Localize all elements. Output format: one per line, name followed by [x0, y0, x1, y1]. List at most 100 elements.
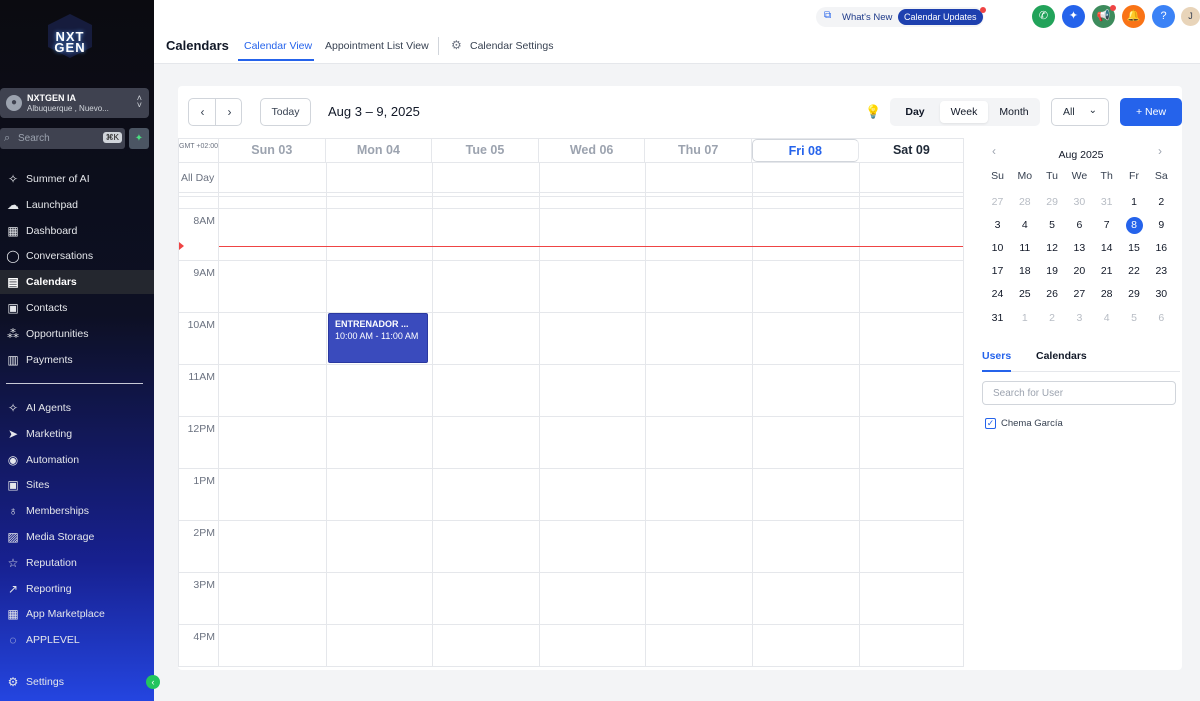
tab-calendar-settings[interactable]: Calendar Settings [470, 40, 553, 52]
tab-calendar-view[interactable]: Calendar View [244, 40, 312, 52]
mini-calendar-day[interactable]: 30 [1066, 193, 1093, 212]
mini-calendar-day[interactable]: 26 [1039, 285, 1066, 304]
mini-calendar-day[interactable]: 24 [984, 285, 1011, 304]
mini-calendar-day[interactable]: 1 [1011, 309, 1038, 328]
mini-calendar-day[interactable]: 30 [1148, 285, 1175, 304]
mini-calendar-day[interactable]: 11 [1011, 239, 1038, 258]
sidebar-search[interactable]: ⌕ Search ⌘K [0, 128, 125, 149]
chevron-right-icon[interactable]: › [216, 105, 243, 119]
mini-calendar-day[interactable]: 16 [1148, 239, 1175, 258]
sidebar-item-payments[interactable]: ▥ Payments [0, 348, 154, 372]
mini-calendar-day[interactable]: 2 [1039, 309, 1066, 328]
mini-calendar-day[interactable]: 28 [1093, 285, 1120, 304]
collapse-sidebar-button[interactable]: ‹ [146, 675, 160, 689]
brand-logo[interactable]: NXT GEN [42, 14, 98, 58]
new-button[interactable]: + New [1120, 98, 1182, 126]
tab-users[interactable]: Users [982, 350, 1011, 362]
day-header[interactable]: Tue 05 [432, 139, 539, 162]
sidebar-item-media-storage[interactable]: ▨ Media Storage [0, 525, 154, 549]
mini-calendar-day[interactable]: 10 [984, 239, 1011, 258]
day-header[interactable]: Sat 09 [859, 139, 963, 162]
mini-calendar-day[interactable]: 17 [984, 262, 1011, 281]
mini-calendar-day[interactable]: 6 [1066, 216, 1093, 235]
user-list-item[interactable]: ✓ Chema García [985, 418, 1063, 429]
lightbulb-icon[interactable]: 💡 [865, 104, 881, 120]
ai-sparkle-icon[interactable]: ✦ [1062, 5, 1085, 28]
sidebar-item-applevel[interactable]: ◌ APPLEVEL [0, 628, 154, 652]
mini-calendar-day[interactable]: 4 [1093, 309, 1120, 328]
day-header[interactable]: Fri 08 [752, 139, 859, 162]
sidebar-item-contacts[interactable]: ▣ Contacts [0, 296, 154, 320]
mini-calendar-day[interactable]: 3 [1066, 309, 1093, 328]
sidebar-item-reporting[interactable]: ↗ Reporting [0, 577, 154, 601]
day-header[interactable]: Mon 04 [326, 139, 433, 162]
mini-calendar-day[interactable]: 31 [984, 309, 1011, 328]
sidebar-item-app-marketplace[interactable]: ▦ App Marketplace [0, 602, 154, 626]
mini-calendar-day[interactable]: 8 [1121, 216, 1148, 235]
mini-calendar-day[interactable]: 9 [1148, 216, 1175, 235]
mini-calendar-day[interactable]: 5 [1121, 309, 1148, 328]
sidebar-item-settings[interactable]: ⚙ Settings [0, 670, 154, 694]
mini-calendar-day[interactable]: 13 [1066, 239, 1093, 258]
mini-calendar-day[interactable]: 22 [1121, 262, 1148, 281]
day-header[interactable]: Sun 03 [219, 139, 326, 162]
phone-icon[interactable]: ✆ [1032, 5, 1055, 28]
mini-calendar-day[interactable]: 3 [984, 216, 1011, 235]
mini-calendar-day[interactable]: 18 [1011, 262, 1038, 281]
sidebar-item-ai-agents[interactable]: ✧ AI Agents [0, 396, 154, 420]
mini-calendar-day[interactable]: 2 [1148, 193, 1175, 212]
sidebar-item-automation[interactable]: ◉ Automation [0, 448, 154, 472]
mini-calendar-day[interactable]: 19 [1039, 262, 1066, 281]
day-header[interactable]: Wed 06 [539, 139, 646, 162]
appointment-event[interactable]: ENTRENADOR ... 10:00 AM - 11:00 AM [328, 313, 428, 363]
account-switcher[interactable]: ● NXTGEN IA Albuquerque , Nuevo... ˄ ˅ [0, 88, 149, 118]
checkbox-checked-icon[interactable]: ✓ [985, 418, 996, 429]
sidebar-item-dashboard[interactable]: ▦ Dashboard [0, 219, 154, 243]
day-header[interactable]: Thu 07 [645, 139, 752, 162]
sidebar-item-reputation[interactable]: ☆ Reputation [0, 551, 154, 575]
mini-calendar-day[interactable]: 1 [1121, 193, 1148, 212]
mini-calendar-day[interactable]: 31 [1093, 193, 1120, 212]
mini-calendar-day[interactable]: 29 [1039, 193, 1066, 212]
user-avatar[interactable]: J [1181, 7, 1200, 26]
sidebar-item-conversations[interactable]: ◯ Conversations [0, 244, 154, 268]
sidebar-item-calendars[interactable]: ▤ Calendars [0, 270, 154, 295]
view-month-button[interactable]: Month [992, 101, 1036, 123]
sidebar-item-marketing[interactable]: ➤ Marketing [0, 422, 154, 446]
mini-calendar-day[interactable]: 23 [1148, 262, 1175, 281]
filter-dropdown[interactable]: All ⌄ [1051, 98, 1109, 126]
chevron-right-icon[interactable]: › [1158, 144, 1162, 158]
mini-calendar-day[interactable]: 4 [1011, 216, 1038, 235]
sidebar-item-summer-of-ai[interactable]: ✧ Summer of AI [0, 167, 154, 191]
bell-icon[interactable]: 🔔 [1122, 5, 1145, 28]
today-button[interactable]: Today [260, 98, 311, 126]
mini-calendar-day[interactable]: 28 [1011, 193, 1038, 212]
mini-calendar-day[interactable]: 27 [984, 193, 1011, 212]
megaphone-icon[interactable]: 📢 [1092, 5, 1116, 28]
sidebar-item-sites[interactable]: ▣ Sites [0, 473, 154, 497]
whats-new-banner[interactable]: ⧉ What's New Calendar Updates [816, 7, 986, 27]
sidebar-item-opportunities[interactable]: ⁂ Opportunities [0, 322, 154, 346]
tab-appointment-list-view[interactable]: Appointment List View [325, 40, 429, 52]
mini-calendar-day[interactable]: 20 [1066, 262, 1093, 281]
sidebar-item-memberships[interactable]: ♁ Memberships [0, 499, 154, 523]
mini-calendar-day[interactable]: 15 [1121, 239, 1148, 258]
mini-calendar-day[interactable]: 14 [1093, 239, 1120, 258]
mini-calendar-day[interactable]: 25 [1011, 285, 1038, 304]
view-week-button[interactable]: Week [940, 101, 988, 123]
mini-calendar-day[interactable]: 29 [1121, 285, 1148, 304]
mini-calendar-day[interactable]: 7 [1093, 216, 1120, 235]
mini-calendar-day[interactable]: 21 [1093, 262, 1120, 281]
sidebar-item-launchpad[interactable]: ☁ Launchpad [0, 193, 154, 217]
mini-calendar-day[interactable]: 12 [1039, 239, 1066, 258]
calendar-updates-pill[interactable]: Calendar Updates [898, 9, 983, 25]
mini-calendar-day[interactable]: 6 [1148, 309, 1175, 328]
tab-calendars[interactable]: Calendars [1036, 350, 1087, 362]
quick-action-spark-icon[interactable]: ✦ [129, 128, 149, 149]
mini-calendar-day[interactable]: 5 [1039, 216, 1066, 235]
user-search-input[interactable]: Search for User [982, 381, 1176, 405]
mini-calendar-day[interactable]: 27 [1066, 285, 1093, 304]
view-day-button[interactable]: Day [896, 101, 934, 123]
help-icon[interactable]: ? [1152, 5, 1175, 28]
chevron-left-icon[interactable]: ‹ [189, 105, 216, 119]
